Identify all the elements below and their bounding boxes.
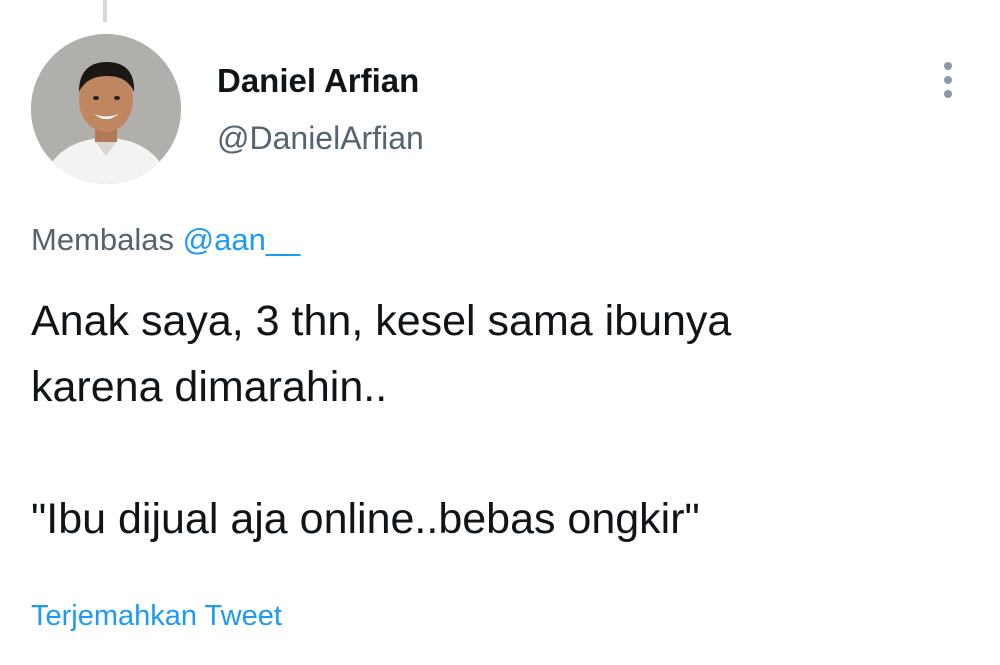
author-display-name[interactable]: Daniel Arfian xyxy=(217,62,419,100)
tweet-text-line: Anak saya, 3 thn, kesel sama ibunya xyxy=(31,297,732,345)
more-vertical-icon xyxy=(944,62,952,98)
reply-prefix: Membalas xyxy=(31,222,174,257)
more-options-button[interactable] xyxy=(930,56,966,104)
tweet-text-line: "Ibu dijual aja online..bebas ongkir" xyxy=(31,495,700,543)
translate-tweet-link[interactable]: Terjemahkan Tweet xyxy=(31,600,282,633)
reply-to-mention[interactable]: @aan__ xyxy=(183,222,301,257)
tweet-view: Daniel Arfian @DanielArfian Membalas @aa… xyxy=(0,0,1000,665)
author-handle[interactable]: @DanielArfian xyxy=(217,120,424,157)
tweet-text-line: karena dimarahin.. xyxy=(31,363,388,411)
thread-connector-line xyxy=(103,0,107,22)
avatar-image xyxy=(31,34,181,184)
avatar[interactable] xyxy=(31,34,181,184)
tweet-text: Anak saya, 3 thn, kesel sama ibunya kare… xyxy=(31,288,971,552)
reply-context: Membalas @aan__ xyxy=(31,222,300,258)
